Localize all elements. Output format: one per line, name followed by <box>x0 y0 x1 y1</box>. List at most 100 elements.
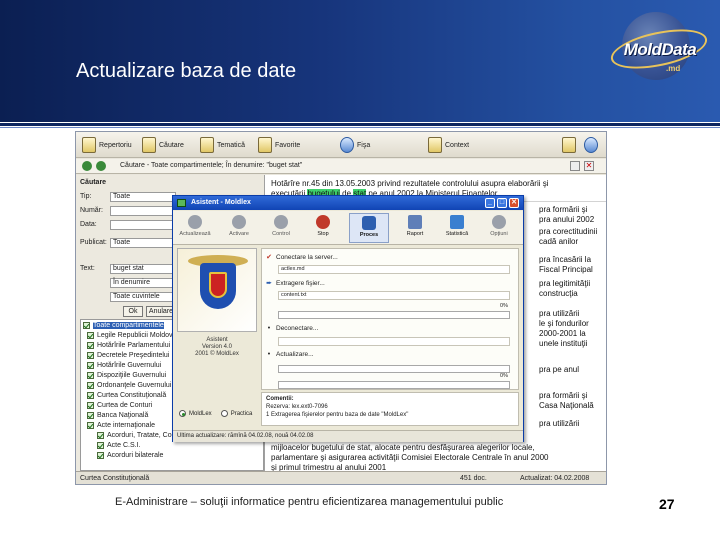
toolbar-button-fisa[interactable]: Fişa <box>340 136 370 154</box>
nav-up-icon[interactable] <box>570 161 580 171</box>
close-icon[interactable]: ✕ <box>584 161 594 171</box>
checkbox[interactable] <box>87 382 94 389</box>
checkbox[interactable] <box>87 402 94 409</box>
dialog-titlebar[interactable]: Asistent - Moldlex _ □ ✕ <box>173 196 523 210</box>
doc-line: cadă anilor <box>539 237 579 246</box>
list-item[interactable]: pra corectitudinii <box>539 227 597 237</box>
data-input[interactable] <box>110 220 176 230</box>
tree-item-label: Decretele Preşedintelui <box>97 352 170 359</box>
tree-item-label: Hotărîrile Guvernului <box>97 362 162 369</box>
step-value: actlex.md <box>278 265 510 274</box>
list-item[interactable]: pra pe anul <box>539 365 579 375</box>
checkbox[interactable] <box>87 362 94 369</box>
control-button[interactable]: Control <box>261 213 301 243</box>
tree-item[interactable]: Curtea de Conturi <box>87 402 152 409</box>
notes-icon <box>562 137 576 153</box>
toolbar-label: Fişa <box>357 141 371 149</box>
toolbar-button-help[interactable] <box>584 136 598 154</box>
doc-line: unele instituţii <box>539 339 588 348</box>
tree-item-label: Dispoziţiile Guvernului <box>97 372 167 379</box>
list-item[interactable]: pra legitimităţii <box>539 279 590 289</box>
tree-item[interactable]: Acte internaţionale <box>87 422 155 429</box>
tree-item[interactable]: Hotărîrile Parlamentului <box>87 342 170 349</box>
step-value <box>278 337 510 346</box>
list-item[interactable]: pra formării şi <box>539 391 587 401</box>
checkbox[interactable] <box>83 322 90 329</box>
brand-name: Asistent <box>206 337 228 343</box>
tree-item[interactable]: Decretele Preşedintelui <box>87 352 169 359</box>
doc-line: le şi fondurilor <box>539 319 589 328</box>
list-item[interactable]: Hotărîre nr.45 din 13.05.2003 privind re… <box>271 179 549 189</box>
list-item[interactable]: pra încasării la <box>539 255 591 265</box>
control-icon <box>274 215 288 229</box>
raport-button[interactable]: Raport <box>395 213 435 243</box>
process-icon <box>362 216 376 230</box>
actualizeaza-button[interactable]: Actualizează <box>175 213 215 243</box>
checkbox[interactable] <box>87 352 94 359</box>
doc-line: Casa Naţională <box>539 401 594 410</box>
radio-moldlex[interactable] <box>179 410 186 417</box>
tree-item-label: Ordonanţele Guvernului <box>97 382 172 389</box>
checkbox[interactable] <box>97 442 104 449</box>
close-icon[interactable]: ✕ <box>509 198 519 208</box>
checkbox[interactable] <box>87 372 94 379</box>
toolbar-button-notes[interactable] <box>562 136 576 154</box>
tree-item[interactable]: Acorduri bilaterale <box>97 452 163 459</box>
tree-item[interactable]: Curtea Constituţională <box>87 392 166 399</box>
list-item[interactable]: pra utilizării <box>539 419 579 429</box>
checkbox[interactable] <box>87 342 94 349</box>
button-label: Actualizează <box>179 231 211 237</box>
forward-icon[interactable] <box>96 161 106 171</box>
stop-button[interactable]: Stop <box>303 213 343 243</box>
tree-item[interactable]: Dispoziţiile Guvernului <box>87 372 166 379</box>
numar-input[interactable] <box>110 206 176 216</box>
list-item[interactable]: pra formării şi <box>539 205 587 215</box>
toolbar-button-repertoriu[interactable]: Repertoriu <box>82 136 132 154</box>
optiuni-button[interactable]: Opţiuni <box>479 213 519 243</box>
tree-item[interactable]: Ordonanţele Guvernului <box>87 382 171 389</box>
toolbar-button-cautare[interactable]: Căutare <box>142 136 184 154</box>
minimize-icon[interactable]: _ <box>485 198 495 208</box>
shield-icon <box>200 263 236 309</box>
toolbar-button-favorite[interactable]: Favorite <box>258 136 300 154</box>
proces-button[interactable]: Proces <box>349 213 389 243</box>
tree-item-label: Acte internaţionale <box>97 422 155 429</box>
maximize-icon[interactable]: □ <box>497 198 507 208</box>
checkbox[interactable] <box>87 392 94 399</box>
tree-item[interactable]: Legile Republicii Moldova <box>87 332 176 339</box>
toolbar-button-context[interactable]: Context <box>428 136 469 154</box>
toolbar-label: Tematică <box>217 141 246 149</box>
doc-line: parlamentare şi asigurarea activităţii C… <box>271 453 549 462</box>
tree-item[interactable]: Acte C.S.I. <box>97 442 140 449</box>
checkbox[interactable] <box>87 412 94 419</box>
checkbox[interactable] <box>87 332 94 339</box>
search-mode-select[interactable]: În denumire <box>110 278 176 288</box>
extract-progress <box>278 311 510 319</box>
doc-line: pra anului 2002 <box>539 215 595 224</box>
publicat-select[interactable]: Toate <box>110 238 176 248</box>
tree-item[interactable]: Toate compartimentele <box>83 322 164 329</box>
ok-button[interactable]: Ok <box>123 306 143 317</box>
checkbox[interactable] <box>97 452 104 459</box>
checkbox[interactable] <box>97 432 104 439</box>
activare-button[interactable]: Activare <box>219 213 259 243</box>
word-mode-select[interactable]: Toate cuvintele <box>110 292 176 302</box>
tree-item[interactable]: Hotărîrile Guvernului <box>87 362 161 369</box>
doc-line: pra utilizării <box>539 419 580 428</box>
doc-line: 2000-2001 la <box>539 329 586 338</box>
back-icon[interactable] <box>82 161 92 171</box>
search-breadcrumb-bar: Căutare - Toate compartimentele; În denu… <box>76 159 606 174</box>
radio-practica[interactable] <box>220 410 228 417</box>
tree-item[interactable]: Banca Naţională <box>87 412 148 419</box>
button-label: Raport <box>406 231 424 237</box>
folder-icon <box>82 137 96 153</box>
statistica-button[interactable]: Statistică <box>437 213 477 243</box>
dialog-title: Asistent - Moldlex <box>191 199 251 206</box>
tip-select[interactable]: Toate <box>110 192 176 202</box>
toolbar-button-tematica[interactable]: Tematică <box>200 136 245 154</box>
checkbox[interactable] <box>87 422 94 429</box>
text-input[interactable]: buget stat <box>110 264 176 274</box>
list-item[interactable]: mijloacelor bugetului de stat, alocate p… <box>271 443 535 453</box>
list-item[interactable]: pra utilizării <box>539 309 579 319</box>
doc-line: pra formării şi <box>539 391 588 400</box>
